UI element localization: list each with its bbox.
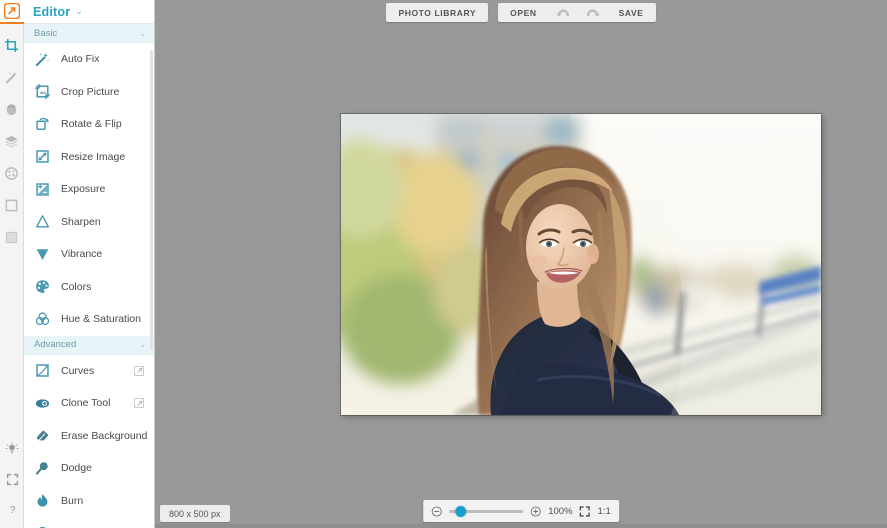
photo-library-button[interactable]: PHOTO LIBRARY	[386, 3, 488, 22]
tips-lightbulb-icon[interactable]	[0, 434, 24, 464]
open-button[interactable]: OPEN	[498, 3, 549, 22]
group-label-advanced: Advanced	[34, 339, 77, 350]
tool-rail-items	[0, 29, 24, 253]
chevron-down-icon[interactable]: ⌄	[75, 7, 83, 16]
layers-tool-icon[interactable]	[0, 125, 24, 157]
page-title: Editor	[33, 4, 71, 19]
menu-item-erase-background[interactable]: Erase Background	[24, 420, 154, 453]
menu-item-label: Exposure	[61, 183, 106, 196]
crop-picture-icon	[34, 83, 51, 100]
chevron-down-icon: ⌄	[139, 340, 146, 349]
auto-fix-icon	[34, 51, 51, 68]
zoom-out-icon[interactable]	[431, 505, 442, 517]
menu-item-label: Dodge	[61, 462, 92, 475]
zoom-toolbar: 100% 1:1	[423, 500, 619, 522]
edited-photo[interactable]	[341, 114, 821, 415]
external-window-badge-icon[interactable]	[134, 398, 144, 409]
frame-tool-icon[interactable]	[0, 189, 24, 221]
curves-icon	[34, 362, 51, 379]
panel-scroll-area[interactable]: Basic ⌄ Auto Fix Crop Picture Rotate & F…	[24, 24, 154, 528]
menu-item-colors[interactable]: Colors	[24, 271, 154, 304]
group-header-advanced[interactable]: Advanced ⌄	[24, 335, 154, 355]
photo-library-group: PHOTO LIBRARY	[386, 3, 489, 22]
tool-rail: ?	[0, 0, 24, 528]
zoom-level-label: 100%	[548, 505, 573, 517]
menu-item-label: Curves	[61, 364, 95, 377]
menu-item-label: Rotate & Flip	[61, 118, 122, 131]
undo-icon[interactable]	[549, 3, 578, 22]
portrait-retouch-tool-icon[interactable]	[0, 93, 24, 125]
resize-image-icon	[34, 148, 51, 165]
sharpen-icon	[34, 213, 51, 230]
canvas-area[interactable]: PHOTO LIBRARY OPEN SAVE 800 x 500 px 100…	[155, 0, 887, 528]
vibrance-icon	[34, 246, 51, 263]
menu-item-label: Crop Picture	[61, 85, 120, 98]
tool-rail-bottom: ?	[0, 434, 24, 524]
menu-item-dodge[interactable]: Dodge	[24, 452, 154, 485]
menu-item-vibrance[interactable]: Vibrance	[24, 238, 154, 271]
fullscreen-icon[interactable]	[0, 464, 24, 494]
photo-editor-app: ? Editor ⌄ Basic ⌄ Auto Fix Crop Picture…	[0, 0, 887, 528]
clone-tool-icon	[34, 395, 51, 412]
menu-item-curves[interactable]: Curves	[24, 355, 154, 388]
menu-item-resize-image[interactable]: Resize Image	[24, 141, 154, 174]
panel-scrollbar[interactable]	[150, 50, 153, 350]
menu-item-more[interactable]	[24, 517, 154, 528]
magic-wand-tool-icon[interactable]	[0, 61, 24, 93]
file-actions-group: OPEN SAVE	[498, 3, 656, 22]
top-toolbar: PHOTO LIBRARY OPEN SAVE	[155, 3, 887, 22]
external-window-badge-icon[interactable]	[134, 365, 144, 376]
menu-item-burn[interactable]: Burn	[24, 485, 154, 518]
group-label-basic: Basic	[34, 27, 58, 39]
panel-header[interactable]: Editor ⌄	[24, 0, 154, 24]
erase-background-icon	[34, 427, 51, 444]
menu-item-label: Clone Tool	[61, 397, 111, 410]
photo-canvas	[341, 114, 821, 415]
chevron-down-icon: ⌄	[139, 28, 146, 38]
help-icon[interactable]: ?	[0, 494, 24, 524]
fit-to-screen-icon[interactable]	[579, 505, 591, 517]
zoom-in-icon[interactable]	[530, 505, 541, 517]
app-logo[interactable]	[0, 0, 24, 24]
menu-item-label: Colors	[61, 280, 92, 293]
menu-item-label: Burn	[61, 494, 84, 507]
image-dimensions-label: 800 x 500 px	[160, 505, 230, 522]
menu-item-auto-fix[interactable]: Auto Fix	[24, 43, 154, 76]
menu-item-label: Auto Fix	[61, 53, 100, 66]
dodge-icon	[34, 460, 51, 477]
effects-tool-icon[interactable]	[0, 157, 24, 189]
hue-saturation-icon	[34, 311, 51, 328]
menu-item-label: Resize Image	[61, 150, 126, 163]
texture-tool-icon[interactable]	[0, 221, 24, 253]
svg-text:?: ?	[9, 504, 15, 516]
menu-item-sharpen[interactable]: Sharpen	[24, 206, 154, 239]
zoom-slider[interactable]	[449, 505, 524, 517]
rotate-flip-icon	[34, 116, 51, 133]
menu-item-clone-tool[interactable]: Clone Tool	[24, 387, 154, 420]
menu-item-label: Vibrance	[61, 248, 103, 261]
redo-icon[interactable]	[578, 3, 607, 22]
zoom-slider-handle[interactable]	[455, 505, 467, 517]
menu-item-label: Hue & Saturation	[61, 313, 141, 326]
save-button[interactable]: SAVE	[607, 3, 656, 22]
burn-icon	[34, 492, 51, 509]
menu-item-crop-picture[interactable]: Crop Picture	[24, 76, 154, 109]
crop-tool-icon[interactable]	[0, 29, 24, 61]
menu-item-rotate-flip[interactable]: Rotate & Flip	[24, 108, 154, 141]
menu-item-exposure[interactable]: Exposure	[24, 173, 154, 206]
group-header-basic[interactable]: Basic ⌄	[24, 24, 154, 43]
menu-item-label: Sharpen	[61, 215, 101, 228]
exposure-icon	[34, 181, 51, 198]
actual-size-button[interactable]: 1:1	[598, 506, 611, 517]
colors-palette-icon	[34, 278, 51, 295]
menu-item-label: Erase Background	[61, 429, 148, 442]
bottom-strip	[155, 524, 887, 528]
menu-item-hue-saturation[interactable]: Hue & Saturation	[24, 303, 154, 336]
editor-panel: Editor ⌄ Basic ⌄ Auto Fix Crop Picture R…	[24, 0, 155, 528]
